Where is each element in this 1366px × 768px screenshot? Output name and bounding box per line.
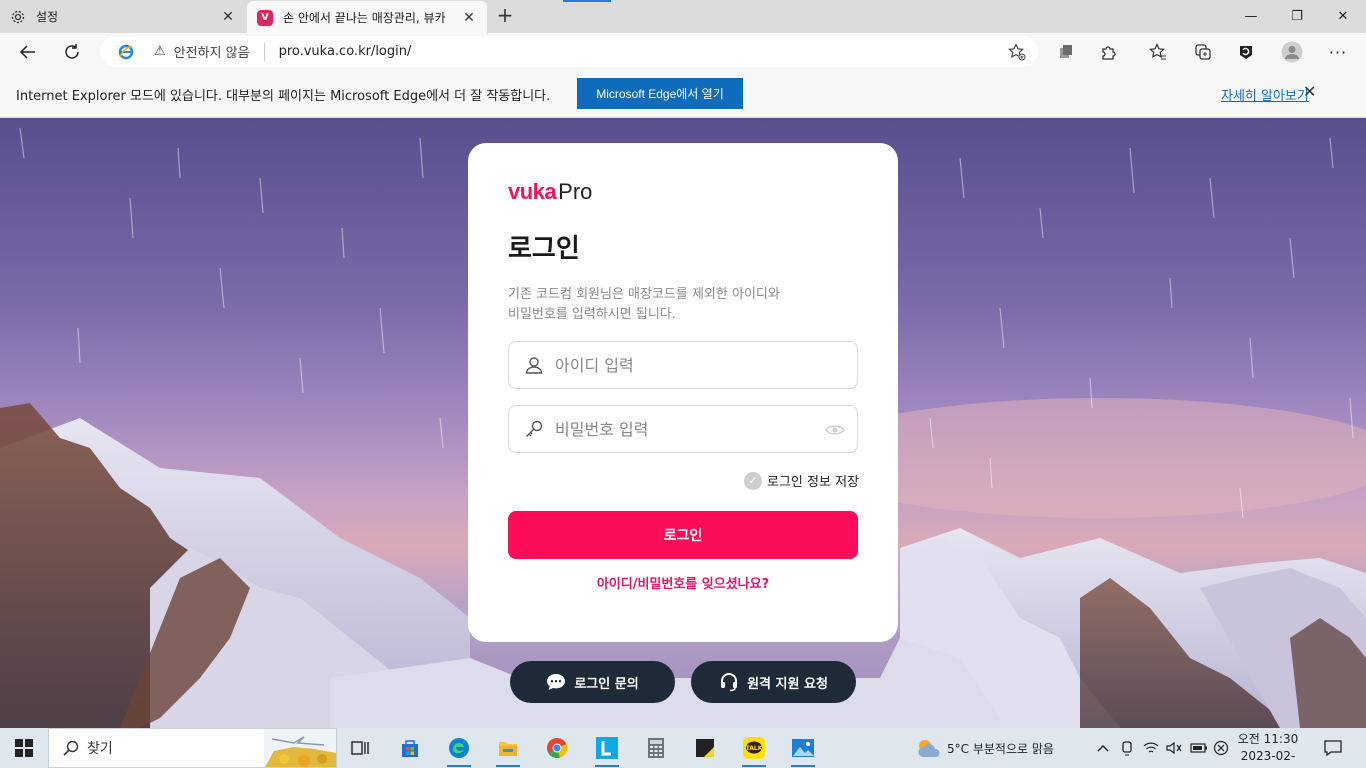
logo-suffix: Pro [558, 179, 593, 204]
extensions-icon[interactable] [1093, 36, 1125, 68]
password-input[interactable] [555, 419, 857, 439]
headset-icon [719, 672, 739, 692]
address-bar[interactable]: ⚠ 안전하지 않음 pro.vuka.co.kr/login/ [100, 36, 1038, 67]
clock-time: 오전 11:30 [1237, 732, 1299, 746]
weather-text: 5°C 부분적으로 맑음 [947, 741, 1054, 756]
vuka-favicon-icon: V [257, 9, 273, 26]
minimize-button[interactable]: — [1228, 0, 1274, 33]
forgot-credentials-link[interactable]: 아이디/비밀번호를 잊으셨나요? [468, 573, 898, 592]
ie-mode-icon[interactable] [118, 44, 134, 60]
taskbar-search[interactable]: 찾기 [48, 728, 337, 768]
tab-strip: 설정 ✕ V 손 안에서 끝나는 매장관리, 뷰카 ✕ + — ❐ ✕ [0, 0, 1366, 34]
profile-avatar[interactable] [1276, 36, 1308, 68]
microsoft-store-icon[interactable] [394, 732, 426, 764]
clock-date: 2023-02-09 [1240, 749, 1296, 768]
inquiry-label: 로그인 문의 [574, 676, 639, 692]
edge-taskbar-icon[interactable] [443, 732, 475, 767]
page-title: 로그인 [508, 234, 580, 264]
search-highlight-illustration [264, 729, 336, 767]
chrome-icon[interactable] [541, 732, 573, 764]
refresh-icon [65, 44, 79, 59]
meet-now-icon[interactable] [1120, 728, 1134, 768]
id-input[interactable] [555, 355, 857, 375]
tab-label: 손 안에서 끝나는 매장관리, 뷰카 [283, 11, 446, 25]
new-tab-button[interactable]: + [494, 4, 516, 28]
remember-login-checkbox[interactable]: ✓ 로그인 정보 저장 [744, 471, 859, 490]
navigation-bar: ⚠ 안전하지 않음 pro.vuka.co.kr/login/ ··· [0, 33, 1366, 70]
login-button[interactable]: 로그인 [508, 511, 858, 559]
tab-indicator [563, 0, 611, 2]
add-favorite-icon[interactable] [1008, 43, 1026, 65]
url-text[interactable]: pro.vuka.co.kr/login/ [279, 44, 412, 59]
divider [263, 42, 265, 61]
vuka-pro-logo: vuka Pro [508, 179, 592, 205]
remember-label: 로그인 정보 저장 [767, 475, 859, 490]
close-window-button[interactable]: ✕ [1320, 0, 1366, 33]
action-center-icon[interactable] [1323, 728, 1343, 768]
restore-button[interactable]: ❐ [1274, 0, 1320, 33]
taskbar-clock[interactable]: 오전 11:30 2023-02-09 [1236, 731, 1300, 768]
arrow-left-icon [19, 45, 35, 59]
learn-more-link[interactable]: 자세히 알아보기 [1221, 85, 1309, 104]
close-infobar-icon[interactable]: ✕ [1303, 82, 1316, 101]
favorites-icon[interactable] [1142, 36, 1174, 68]
warning-icon[interactable]: ⚠ [154, 44, 166, 59]
tab-close-icon[interactable]: ✕ [220, 9, 236, 25]
browser-essentials-icon[interactable] [1230, 36, 1262, 68]
back-button[interactable] [12, 36, 44, 68]
open-in-edge-button[interactable]: Microsoft Edge에서 열기 [577, 78, 743, 109]
remote-support-button[interactable]: 원격 지원 요청 [691, 661, 856, 703]
tab-close-icon[interactable]: ✕ [461, 10, 477, 26]
photos-icon[interactable] [787, 732, 819, 767]
tab-label: 설정 [36, 10, 59, 24]
login-inquiry-button[interactable]: 로그인 문의 [510, 661, 675, 703]
battery-icon[interactable] [1190, 728, 1208, 768]
login-card: vuka Pro 로그인 기존 코드컴 회원님은 매장코드를 제외한 아이디와 … [468, 143, 898, 642]
sticky-notes-icon[interactable] [689, 732, 721, 764]
login-page: vuka Pro 로그인 기존 코드컴 회원님은 매장코드를 제외한 아이디와 … [0, 118, 1366, 728]
gear-icon [10, 9, 26, 25]
tab-vuka[interactable]: V 손 안에서 끝나는 매장관리, 뷰카 ✕ [247, 1, 487, 34]
remote-support-label: 원격 지원 요청 [747, 676, 828, 692]
search-icon [63, 740, 79, 756]
start-button[interactable] [0, 728, 48, 768]
kakaotalk-icon[interactable]: TALK [738, 732, 770, 767]
task-view-icon[interactable] [344, 732, 376, 764]
windows-logo-icon [15, 739, 33, 757]
ie-mode-infobar: Internet Explorer 모드에 있습니다. 대부분의 페이지는 Mi… [0, 70, 1366, 118]
login-description: 기존 코드컴 회원님은 매장코드를 제외한 아이디와 비밀번호를 입력하시면 됩… [508, 285, 848, 325]
windows-taskbar: 찾기 TALK 5°C 부분적으로 맑음 오전 11:30 2023-02- [0, 728, 1366, 768]
security-label[interactable]: 안전하지 않음 [174, 42, 250, 61]
user-icon [523, 354, 545, 376]
logo-brand: vuka [508, 179, 557, 204]
id-field[interactable] [508, 341, 858, 389]
collections-icon[interactable] [1187, 36, 1219, 68]
chat-bubble-icon [546, 672, 566, 692]
eye-icon[interactable] [825, 420, 845, 444]
calculator-icon[interactable] [640, 732, 672, 764]
weather-partly-sunny-icon [918, 740, 940, 757]
password-field[interactable] [508, 405, 858, 453]
ie-mode-pages-icon[interactable] [1050, 36, 1082, 68]
svg-text:TALK: TALK [746, 745, 763, 752]
more-options-icon[interactable]: ··· [1322, 36, 1354, 68]
check-icon[interactable]: ✓ [744, 471, 762, 490]
ie-mode-message: Internet Explorer 모드에 있습니다. 대부분의 페이지는 Mi… [16, 89, 551, 104]
description-line: 비밀번호를 입력하시면 됩니다. [508, 307, 676, 322]
search-label: 찾기 [87, 741, 113, 757]
weather-widget[interactable]: 5°C 부분적으로 맑음 [915, 728, 1054, 768]
notification-off-icon[interactable] [1213, 728, 1229, 768]
network-icon[interactable] [1143, 728, 1159, 768]
tab-settings[interactable]: 설정 ✕ [0, 0, 246, 33]
description-line: 기존 코드컴 회원님은 매장코드를 제외한 아이디와 [508, 287, 780, 302]
file-explorer-icon[interactable] [492, 732, 524, 767]
key-icon [523, 418, 545, 440]
volume-muted-icon[interactable] [1166, 728, 1182, 768]
refresh-button[interactable] [56, 36, 88, 68]
tray-overflow-icon[interactable] [1097, 728, 1109, 768]
l-app-icon[interactable] [591, 732, 623, 767]
